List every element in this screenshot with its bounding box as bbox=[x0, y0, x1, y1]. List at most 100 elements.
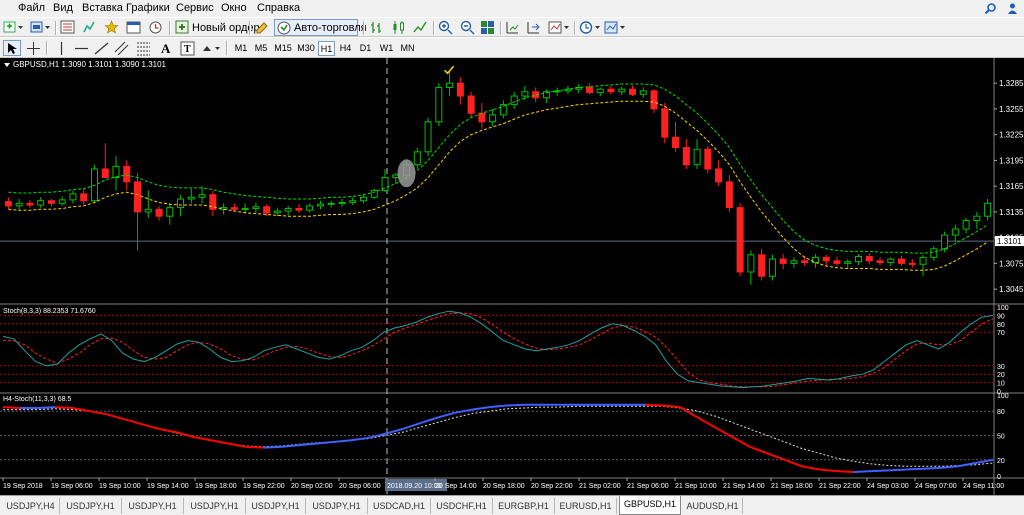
candle-body bbox=[908, 262, 916, 265]
h4-main-segment bbox=[159, 428, 177, 434]
channel-icon[interactable] bbox=[114, 41, 129, 56]
candle-body bbox=[984, 202, 992, 217]
chart-shift-icon[interactable] bbox=[505, 20, 520, 35]
candle-body bbox=[15, 202, 23, 207]
tab-usdjpy-h1[interactable]: USDJPY,H1 bbox=[122, 498, 184, 514]
tf-w1[interactable]: W1 bbox=[378, 41, 395, 56]
tab-usdjpy-h1[interactable]: USDJPY,H1 bbox=[184, 498, 246, 514]
new-chart-icon[interactable] bbox=[3, 20, 25, 35]
navigator-icon[interactable] bbox=[104, 20, 119, 35]
tf-m1[interactable]: M1 bbox=[232, 41, 250, 56]
text-label-icon[interactable]: T bbox=[180, 41, 195, 56]
tf-m15[interactable]: M15 bbox=[272, 41, 294, 56]
candle-body bbox=[69, 193, 77, 201]
h4-main-segment bbox=[662, 404, 681, 409]
price-chart[interactable]: GBPUSD,H1 1.3090 1.3101 1.3090 1.3101 St… bbox=[0, 58, 1024, 495]
horizontal-line-icon[interactable] bbox=[74, 41, 89, 56]
market-watch-icon[interactable] bbox=[60, 20, 75, 35]
candle-body bbox=[446, 82, 454, 88]
bar-chart-icon[interactable] bbox=[369, 20, 384, 35]
envelope-upper-line bbox=[8, 83, 988, 254]
candle-body bbox=[144, 208, 152, 213]
search-icon[interactable] bbox=[984, 2, 997, 15]
candle-body bbox=[962, 219, 970, 230]
strategy-tester-icon[interactable] bbox=[148, 20, 163, 35]
tab-usdjpy-h1[interactable]: USDJPY,H1 bbox=[306, 498, 368, 514]
tf-d1[interactable]: D1 bbox=[357, 41, 374, 56]
candle-body bbox=[4, 201, 12, 207]
candle-body bbox=[413, 151, 421, 166]
arrows-icon[interactable] bbox=[200, 41, 224, 56]
tab-usdjpy-h1[interactable]: USDJPY,H1 bbox=[246, 498, 306, 514]
tf-mn[interactable]: MN bbox=[399, 41, 416, 56]
stoch2-level-label: 0 bbox=[997, 474, 1001, 481]
meta-editor-icon[interactable] bbox=[255, 20, 270, 35]
menu-tools[interactable]: Сервис bbox=[176, 2, 214, 14]
text-tool-icon[interactable]: A bbox=[158, 41, 173, 56]
time-label: 21 Sep 10:00 bbox=[675, 483, 717, 490]
tab-eurgbp-h1[interactable]: EURGBP,H1 bbox=[493, 498, 555, 514]
candle-body bbox=[338, 201, 346, 204]
h4-main-segment bbox=[263, 445, 281, 449]
tab-eurusd-h1[interactable]: EURUSD,H1 bbox=[555, 498, 617, 514]
trendline-icon[interactable] bbox=[94, 41, 109, 56]
community-icon[interactable] bbox=[1006, 2, 1019, 15]
candle-body bbox=[854, 256, 862, 263]
menu-insert[interactable]: Вставка bbox=[82, 2, 123, 14]
menu-view[interactable]: Вид bbox=[53, 2, 73, 14]
terminal-icon[interactable] bbox=[126, 20, 141, 35]
cursor-tool[interactable] bbox=[3, 40, 21, 56]
h4-main-segment bbox=[731, 436, 751, 448]
candle-body bbox=[607, 88, 615, 93]
candle-body bbox=[779, 258, 787, 264]
h4-main-segment bbox=[211, 439, 229, 445]
tile-windows-icon[interactable] bbox=[480, 20, 495, 35]
candle-body bbox=[898, 258, 906, 264]
tab-usdjpy-h1[interactable]: USDJPY,H1 bbox=[60, 498, 122, 514]
data-window-icon[interactable] bbox=[82, 20, 97, 35]
candle-body bbox=[306, 205, 314, 211]
menu-window[interactable]: Окно bbox=[221, 2, 247, 14]
tab-usdcad-h1[interactable]: USDCAD,H1 bbox=[368, 498, 431, 514]
menu-charts[interactable]: Графики bbox=[126, 2, 170, 14]
stoch1-level-label: 80 bbox=[997, 322, 1005, 329]
candle-body bbox=[424, 121, 432, 153]
time-label: 21 Sep 18:00 bbox=[771, 483, 813, 490]
tab-gbpusd-h1[interactable]: GBPUSD,H1 bbox=[619, 496, 681, 515]
candle-body bbox=[715, 168, 723, 183]
tab-usdjpy-h4[interactable]: USDJPY,H4 bbox=[2, 498, 60, 514]
time-label: 24 Sep 11:00 bbox=[963, 483, 1004, 490]
candle-body bbox=[833, 260, 841, 264]
tf-h1[interactable]: H1 bbox=[318, 41, 335, 56]
indicators-icon[interactable] bbox=[548, 20, 572, 35]
line-chart-icon[interactable] bbox=[413, 20, 428, 35]
auto-scroll-icon[interactable] bbox=[526, 20, 541, 35]
templates-icon[interactable] bbox=[604, 20, 628, 35]
h4-main-segment bbox=[888, 468, 907, 472]
tf-h4[interactable]: H4 bbox=[337, 41, 354, 56]
candle-body bbox=[585, 86, 593, 94]
vertical-line-icon[interactable] bbox=[54, 41, 69, 56]
new-order-icon[interactable] bbox=[175, 20, 190, 35]
zoom-in-icon[interactable] bbox=[438, 20, 453, 35]
tf-m5[interactable]: M5 bbox=[252, 41, 270, 56]
h4-main-segment bbox=[906, 467, 924, 471]
tf-m30[interactable]: M30 bbox=[295, 41, 317, 56]
candle-body bbox=[349, 200, 357, 203]
menu-help[interactable]: Справка bbox=[257, 2, 300, 14]
autotrading-button[interactable]: Авто-торговля bbox=[274, 19, 367, 36]
periods-icon[interactable] bbox=[579, 20, 603, 35]
h4-main-segment bbox=[871, 469, 889, 473]
chart-window[interactable]: GBPUSD,H1 1.3090 1.3101 1.3090 1.3101 St… bbox=[0, 58, 1024, 495]
h4-main-segment bbox=[854, 470, 872, 473]
h4-main-segment bbox=[419, 416, 438, 425]
profiles-icon[interactable] bbox=[30, 20, 52, 35]
h4-main-segment bbox=[350, 436, 368, 442]
zoom-out-icon[interactable] bbox=[460, 20, 475, 35]
menu-file[interactable]: Файл bbox=[18, 2, 45, 14]
tab-audusd-h1[interactable]: AUDUSD,H1 bbox=[683, 498, 743, 514]
tab-usdchf-h1[interactable]: USDCHF,H1 bbox=[431, 498, 493, 514]
candlesticks-icon[interactable] bbox=[391, 20, 406, 35]
crosshair-icon[interactable] bbox=[26, 41, 41, 56]
fibonacci-icon[interactable] bbox=[136, 41, 151, 56]
